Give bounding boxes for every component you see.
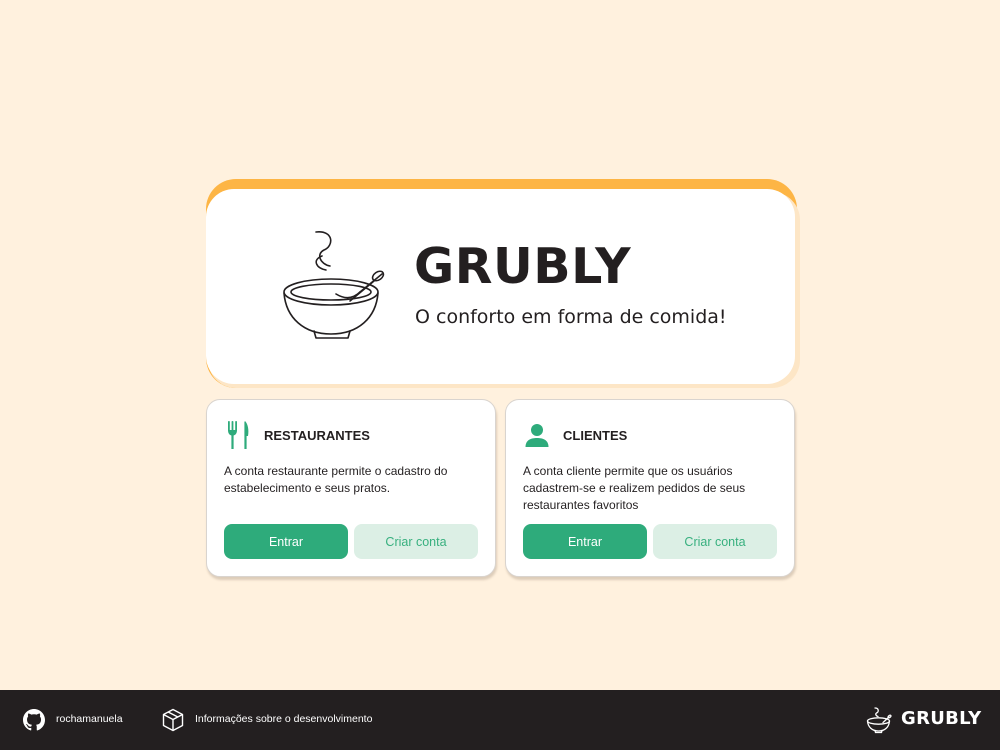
app-tagline: O conforto em forma de comida! — [415, 306, 727, 328]
clients-card: CLIENTES A conta cliente permite que os … — [505, 399, 795, 577]
clients-description: A conta cliente permite que os usuários … — [523, 464, 746, 512]
github-icon[interactable] — [23, 709, 45, 731]
bowl-icon — [283, 231, 385, 339]
clients-signup-button[interactable]: Criar conta — [653, 524, 777, 559]
user-icon — [525, 424, 549, 447]
bowl-icon — [866, 707, 892, 734]
restaurants-login-button[interactable]: Entrar — [224, 524, 348, 559]
app-title: GRUBLY — [414, 238, 632, 295]
footer: rochamanuela Informações sobre o desenvo… — [0, 690, 1000, 750]
box-icon[interactable] — [162, 708, 184, 732]
clients-title: CLIENTES — [563, 428, 628, 443]
clients-login-button[interactable]: Entrar — [523, 524, 647, 559]
fork-knife-icon — [228, 421, 249, 449]
restaurants-title: RESTAURANTES — [264, 428, 370, 443]
restaurants-signup-button[interactable]: Criar conta — [354, 524, 478, 559]
github-link[interactable]: rochamanuela — [56, 713, 123, 725]
dev-info-link[interactable]: Informações sobre o desenvolvimento — [195, 713, 372, 725]
restaurants-card: RESTAURANTES A conta restaurante permite… — [206, 399, 496, 577]
footer-logo-text: GRUBLY — [901, 708, 982, 729]
restaurants-description: A conta restaurante permite o cadastro d… — [224, 464, 448, 495]
